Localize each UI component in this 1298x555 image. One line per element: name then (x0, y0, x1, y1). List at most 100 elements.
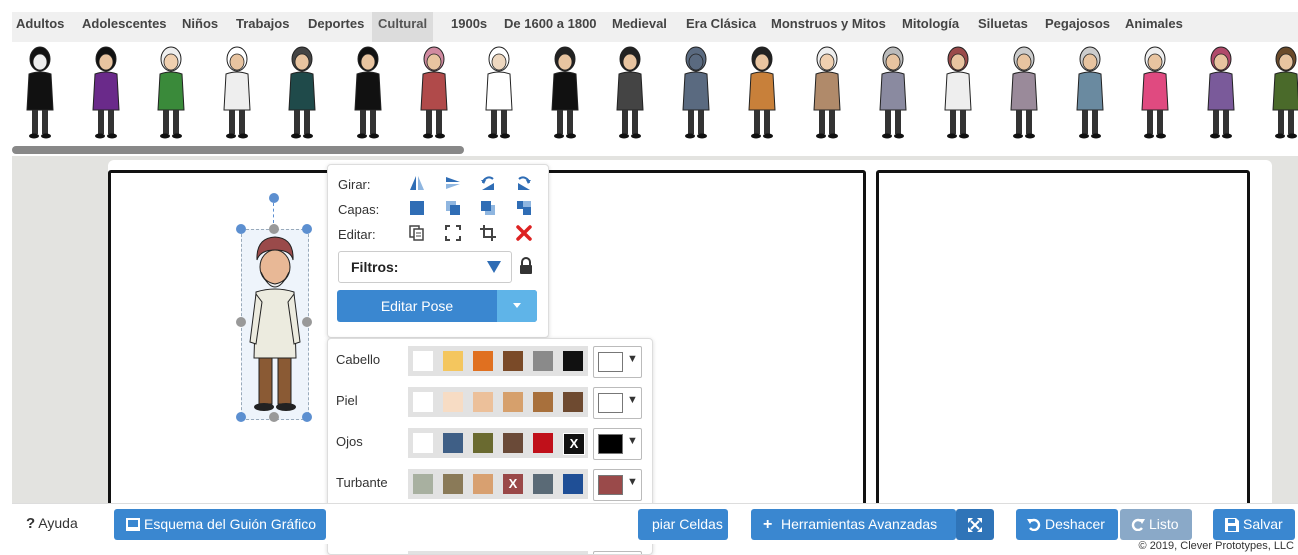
color-swatch[interactable] (533, 433, 553, 453)
character-thumbnail[interactable] (86, 44, 126, 140)
tab-adultos[interactable]: Adultos (16, 12, 64, 42)
tab-trabajos[interactable]: Trabajos (236, 12, 289, 42)
color-swatch[interactable] (443, 351, 463, 371)
character-thumbnail[interactable] (742, 44, 782, 140)
color-swatch[interactable] (443, 392, 463, 412)
color-swatch[interactable] (533, 392, 553, 412)
send-backward-icon[interactable] (479, 199, 497, 217)
copy-icon[interactable] (408, 224, 426, 242)
undo-button[interactable]: Deshacer (1016, 509, 1118, 540)
color-swatch[interactable] (443, 474, 463, 494)
color-swatch[interactable] (413, 392, 433, 412)
color-swatch[interactable]: X (563, 433, 585, 455)
tab-deportes[interactable]: Deportes (308, 12, 364, 42)
tab-era-cl-sica[interactable]: Era Clásica (686, 12, 756, 42)
tab-ni-os[interactable]: Niños (182, 12, 218, 42)
character-thumbnail[interactable] (873, 44, 913, 140)
tab-animales[interactable]: Animales (1125, 12, 1183, 42)
character-thumbnail[interactable] (610, 44, 650, 140)
resize-handle-bottom[interactable] (269, 412, 279, 422)
tab-monstruos-y-mitos[interactable]: Monstruos y Mitos (771, 12, 886, 42)
tab-siluetas[interactable]: Siluetas (978, 12, 1028, 42)
character-thumbnail[interactable] (1201, 44, 1241, 140)
color-swatch[interactable] (503, 392, 523, 412)
tab-1900s[interactable]: 1900s (451, 12, 487, 42)
lock-icon[interactable] (518, 257, 534, 275)
delete-icon[interactable] (515, 224, 533, 242)
selected-character[interactable] (241, 229, 309, 420)
tab-de-1600-a-1800[interactable]: De 1600 a 1800 (504, 12, 597, 42)
bring-to-front-icon[interactable] (408, 199, 426, 217)
color-swatch[interactable] (413, 351, 433, 371)
resize-handle-bottom-right[interactable] (302, 412, 312, 422)
character-thumbnail[interactable] (1135, 44, 1175, 140)
crop-icon[interactable] (479, 224, 497, 242)
color-swatch[interactable] (563, 392, 583, 412)
color-picker-dropdown[interactable] (593, 551, 642, 554)
color-swatch[interactable] (503, 351, 523, 371)
color-swatch[interactable] (563, 351, 583, 371)
color-picker-dropdown[interactable]: ▼ (593, 469, 642, 501)
redo-button[interactable]: Listo (1120, 509, 1192, 540)
flip-vertical-icon[interactable] (444, 174, 462, 192)
character-thumbnail[interactable] (414, 44, 454, 140)
resize-handle-top-right[interactable] (302, 224, 312, 234)
character-thumbnail[interactable] (938, 44, 978, 140)
character-thumbnail[interactable] (807, 44, 847, 140)
character-thumbnail[interactable] (151, 44, 191, 140)
color-swatch[interactable] (413, 433, 433, 453)
resize-handle-right[interactable] (302, 317, 312, 327)
save-button[interactable]: Salvar (1213, 509, 1295, 540)
color-swatch[interactable] (413, 474, 433, 494)
tab-mitolog-a[interactable]: Mitología (902, 12, 959, 42)
fullscreen-button[interactable] (956, 509, 994, 540)
rotate-right-icon[interactable] (515, 174, 533, 192)
resize-handle-top[interactable] (269, 224, 279, 234)
filters-select[interactable]: Filtros: (338, 251, 512, 283)
color-swatch[interactable] (443, 433, 463, 453)
color-swatch[interactable] (503, 433, 523, 453)
character-thumbnail[interactable] (348, 44, 388, 140)
character-thumbnail[interactable] (1004, 44, 1044, 140)
edit-pose-dropdown[interactable] (497, 290, 537, 322)
character-thumbnail[interactable] (479, 44, 519, 140)
tab-adolescentes[interactable]: Adolescentes (82, 12, 167, 42)
storyboard-layout-button[interactable]: Esquema del Guión Gráfico (114, 509, 326, 540)
color-swatch[interactable] (533, 474, 553, 494)
storyboard-cell-2[interactable] (876, 170, 1250, 521)
flip-horizontal-icon[interactable] (408, 174, 426, 192)
rotate-handle[interactable] (269, 193, 279, 203)
rotate-left-icon[interactable] (479, 174, 497, 192)
color-picker-dropdown[interactable]: ▼ (593, 387, 642, 419)
color-swatch[interactable] (473, 433, 493, 453)
send-to-back-icon[interactable] (515, 199, 533, 217)
help-button[interactable]: ? Ayuda (26, 515, 78, 532)
color-swatch[interactable] (533, 351, 553, 371)
tab-medieval[interactable]: Medieval (612, 12, 667, 42)
color-swatch[interactable] (473, 392, 493, 412)
character-thumbnail[interactable] (545, 44, 585, 140)
color-picker-dropdown[interactable]: ▼ (593, 346, 642, 378)
character-thumbnail[interactable] (217, 44, 257, 140)
character-thumbnail[interactable] (282, 44, 322, 140)
character-thumbnail[interactable] (1266, 44, 1298, 140)
color-swatch[interactable] (563, 474, 583, 494)
tab-pegajosos[interactable]: Pegajosos (1045, 12, 1110, 42)
resize-handle-left[interactable] (236, 317, 246, 327)
bring-forward-icon[interactable] (444, 199, 462, 217)
copy-cells-button[interactable]: piar Celdas (638, 509, 728, 540)
color-swatch[interactable]: X (503, 474, 523, 494)
library-scrollbar[interactable] (12, 146, 464, 154)
advanced-tools-button[interactable]: + Herramientas Avanzadas (751, 509, 956, 540)
resize-handle-bottom-left[interactable] (236, 412, 246, 422)
fit-to-cell-icon[interactable] (444, 224, 462, 242)
character-thumbnail[interactable] (1070, 44, 1110, 140)
color-swatch[interactable] (473, 351, 493, 371)
tab-cultural[interactable]: Cultural (372, 12, 434, 42)
character-thumbnail[interactable] (676, 44, 716, 140)
resize-handle-top-left[interactable] (236, 224, 246, 234)
color-swatch[interactable] (473, 474, 493, 494)
edit-pose-button[interactable]: Editar Pose (337, 290, 537, 322)
character-thumbnail[interactable] (20, 44, 60, 140)
color-picker-dropdown[interactable]: ▼ (593, 428, 642, 460)
